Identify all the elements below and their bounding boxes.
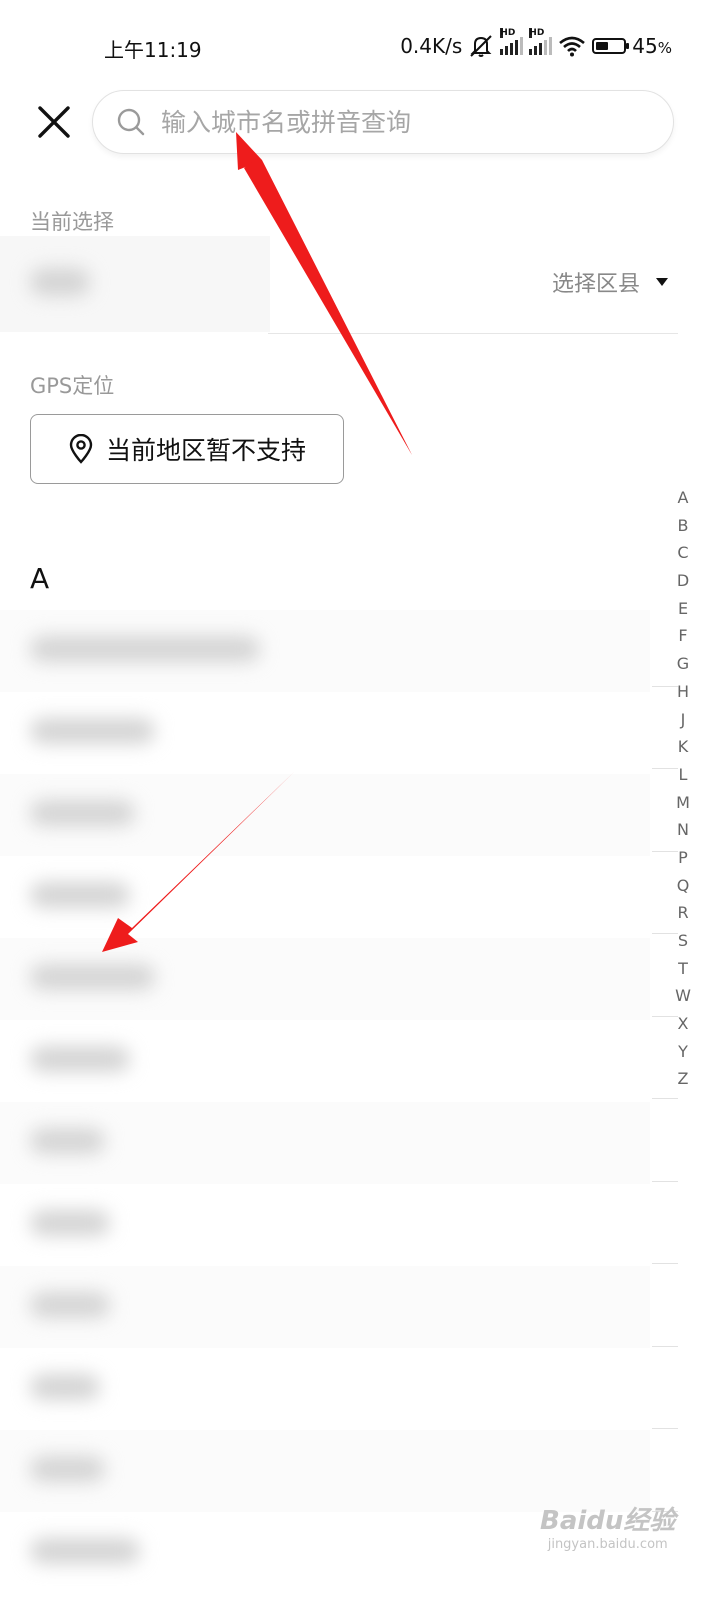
location-pin-icon <box>69 434 93 464</box>
battery-icon <box>592 38 630 54</box>
index-letter-f[interactable]: F <box>678 622 687 650</box>
index-letter-e[interactable]: E <box>678 595 688 623</box>
index-letter-r[interactable]: R <box>677 899 688 927</box>
current-city-area[interactable] <box>0 236 270 332</box>
caret-down-icon <box>656 278 668 286</box>
select-district-label: 选择区县 <box>551 272 640 297</box>
gps-location-button[interactable]: 当前地区暂不支持 <box>30 414 344 484</box>
current-divider <box>268 333 678 334</box>
list-item[interactable] <box>0 610 650 692</box>
list-item[interactable] <box>0 1020 650 1102</box>
close-icon <box>38 106 70 138</box>
index-letter-m[interactable]: M <box>676 789 690 817</box>
status-icons: 0.4K/s HD HD 45% <box>400 28 672 58</box>
alphabet-index-bar[interactable]: ABCDEFGHJKLMNPQRSTWXYZ <box>668 484 698 1093</box>
index-letter-a[interactable]: A <box>678 484 689 512</box>
list-item[interactable] <box>0 692 650 774</box>
baidu-watermark: Baidu经验 jingyan.baidu.com <box>540 1506 676 1552</box>
mute-icon <box>470 35 492 57</box>
close-button[interactable] <box>36 104 72 140</box>
wifi-icon <box>559 36 586 57</box>
index-letter-d[interactable]: D <box>677 567 689 595</box>
list-item[interactable] <box>0 856 650 938</box>
network-speed: 0.4K/s <box>400 34 463 58</box>
search-input[interactable] <box>159 106 643 138</box>
list-item[interactable] <box>0 938 650 1020</box>
index-letter-g[interactable]: G <box>677 650 689 678</box>
select-district-button[interactable]: 选择区县 <box>552 266 668 298</box>
list-item[interactable] <box>0 1184 650 1266</box>
index-letter-x[interactable]: X <box>678 1010 689 1038</box>
search-icon <box>117 108 145 136</box>
gps-button-label: 当前地区暂不支持 <box>105 436 306 465</box>
signal-icon: HD <box>500 28 524 55</box>
signal-icon-2: HD <box>529 28 553 55</box>
index-letter-t[interactable]: T <box>678 955 688 983</box>
index-letter-s[interactable]: S <box>678 927 688 955</box>
index-letter-b[interactable]: B <box>678 512 689 540</box>
index-letter-q[interactable]: Q <box>677 872 690 900</box>
gps-label: GPS定位 <box>30 374 115 398</box>
list-item[interactable] <box>0 1266 650 1348</box>
current-selection-label: 当前选择 <box>30 210 114 234</box>
index-letter-y[interactable]: Y <box>678 1038 688 1066</box>
index-letter-h[interactable]: H <box>677 678 689 706</box>
list-item[interactable] <box>0 1102 650 1184</box>
index-letter-n[interactable]: N <box>677 816 689 844</box>
list-item[interactable] <box>0 1348 650 1430</box>
battery-percent: 45% <box>632 34 672 58</box>
index-letter-c[interactable]: C <box>677 539 688 567</box>
index-letter-j[interactable]: J <box>681 706 686 734</box>
city-list <box>0 610 650 1594</box>
search-bar[interactable] <box>92 90 674 154</box>
status-time: 上午11:19 <box>104 38 202 62</box>
index-letter-l[interactable]: L <box>679 761 688 789</box>
index-letter-z[interactable]: Z <box>678 1065 689 1093</box>
index-letter-p[interactable]: P <box>678 844 688 872</box>
index-letter-w[interactable]: W <box>675 982 691 1010</box>
section-letter-header: A <box>30 562 50 595</box>
current-city-name-blurred <box>30 268 90 296</box>
list-item[interactable] <box>0 774 650 856</box>
index-letter-k[interactable]: K <box>678 733 689 761</box>
